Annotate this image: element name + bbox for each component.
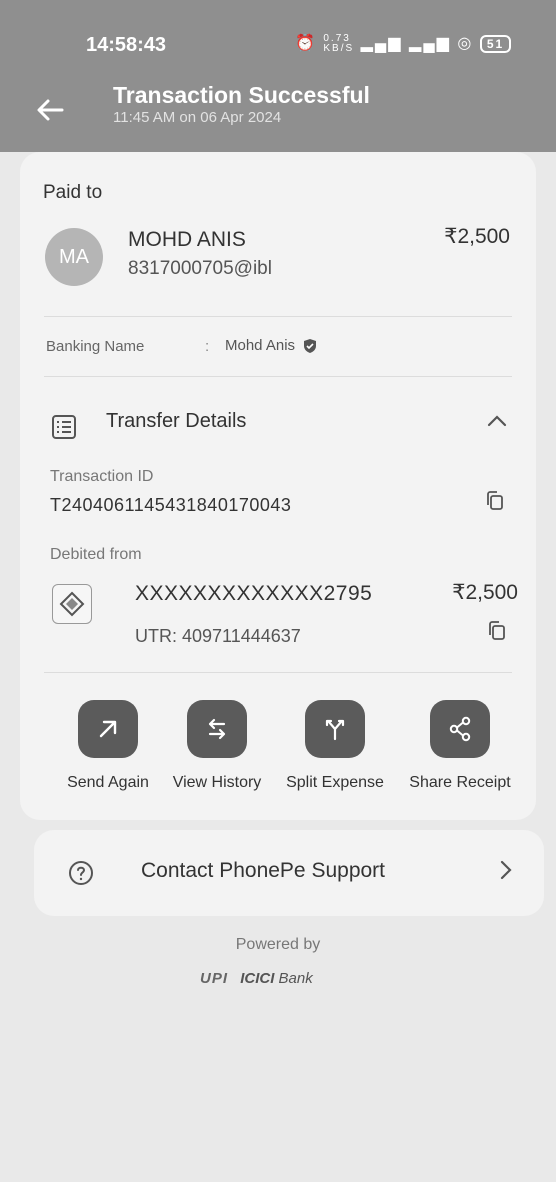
avatar: MA	[45, 228, 103, 286]
alarm-icon: ⏰	[295, 35, 317, 52]
share-icon	[449, 716, 471, 742]
app-header: 14:58:43 ⏰ 0.73 KB/S ▂▄▆ ▂▄▆ ◎ 51 Transac…	[0, 0, 556, 152]
contact-support-row[interactable]: Contact PhonePe Support	[34, 830, 544, 916]
page-title: Transaction Successful	[113, 82, 370, 108]
paid-to-heading: Paid to	[43, 182, 103, 203]
copy-icon[interactable]	[486, 620, 508, 642]
send-again-label: Send Again	[67, 774, 149, 791]
help-icon	[69, 861, 93, 885]
banking-name-label: Banking Name	[46, 338, 145, 355]
action-icon-wrap[interactable]	[78, 700, 138, 758]
transaction-id-value: T2404061145431840170043	[50, 495, 292, 515]
split-icon	[325, 719, 345, 741]
banking-name-text: Mohd Anis	[225, 337, 296, 354]
divider	[44, 316, 512, 317]
powered-by-text: Powered by	[235, 936, 321, 953]
data-rate-unit: KB/S	[323, 42, 355, 54]
signal-icon: ▂▄▆ ▂▄▆	[360, 35, 451, 52]
view-history-label: View History	[172, 774, 262, 791]
debited-amount: ₹2,500	[452, 581, 518, 604]
partner-logos: UPI ICICI Bank	[200, 970, 400, 987]
data-rate: 0.73 KB/S	[323, 33, 355, 54]
view-history-button[interactable]: View History	[163, 700, 271, 792]
split-expense-label: Split Expense	[286, 774, 384, 791]
contact-support-label: Contact PhonePe Support	[141, 859, 386, 882]
utr-number: UTR: 409711444637	[135, 626, 301, 646]
divider	[44, 672, 512, 673]
action-icon-wrap[interactable]	[305, 700, 365, 758]
action-icon-wrap[interactable]	[430, 700, 490, 758]
share-receipt-button[interactable]: Share Receipt	[400, 700, 520, 792]
transaction-id-label: Transaction ID	[50, 468, 154, 485]
verified-icon	[304, 339, 317, 354]
chevron-right-icon	[500, 860, 512, 880]
send-again-button[interactable]: Send Again	[54, 700, 162, 792]
arrow-up-right-icon	[99, 720, 117, 738]
chevron-up-icon[interactable]	[484, 408, 510, 434]
action-icon-wrap[interactable]	[187, 700, 247, 758]
transfer-details-title: Transfer Details	[106, 410, 247, 432]
debited-account-number: XXXXXXXXXXXXX2795	[135, 582, 373, 605]
transaction-card: Paid to MA MOHD ANIS 8317000705@ibl ₹2,5…	[20, 152, 536, 820]
back-arrow-icon[interactable]	[28, 88, 72, 132]
upi-logo: UPI	[200, 970, 229, 987]
transaction-timestamp: 11:45 AM on 06 Apr 2024	[113, 109, 282, 126]
icici-bank-text: Bank	[278, 970, 313, 987]
swap-arrows-icon	[208, 718, 226, 740]
split-expense-button[interactable]: Split Expense	[278, 700, 392, 792]
copy-icon[interactable]	[484, 490, 506, 512]
payee-name: MOHD ANIS	[128, 228, 246, 251]
debited-from-label: Debited from	[50, 546, 142, 563]
payee-amount: ₹2,500	[444, 225, 510, 248]
list-document-icon	[52, 415, 76, 439]
share-receipt-label: Share Receipt	[409, 774, 511, 791]
battery-indicator: 51	[479, 34, 512, 53]
status-time: 14:58:43	[86, 34, 167, 56]
icici-logo: ICICI	[240, 970, 275, 987]
divider	[44, 376, 512, 377]
status-icons: ⏰ 0.73 KB/S ▂▄▆ ▂▄▆ ◎ 51	[295, 33, 512, 54]
banking-name-separator: :	[205, 338, 210, 355]
bank-logo-icon	[52, 584, 92, 624]
payee-upi-id: 8317000705@ibl	[128, 258, 272, 279]
banking-name-value: Mohd Anis	[225, 337, 317, 354]
hotspot-icon: ◎	[457, 35, 474, 52]
